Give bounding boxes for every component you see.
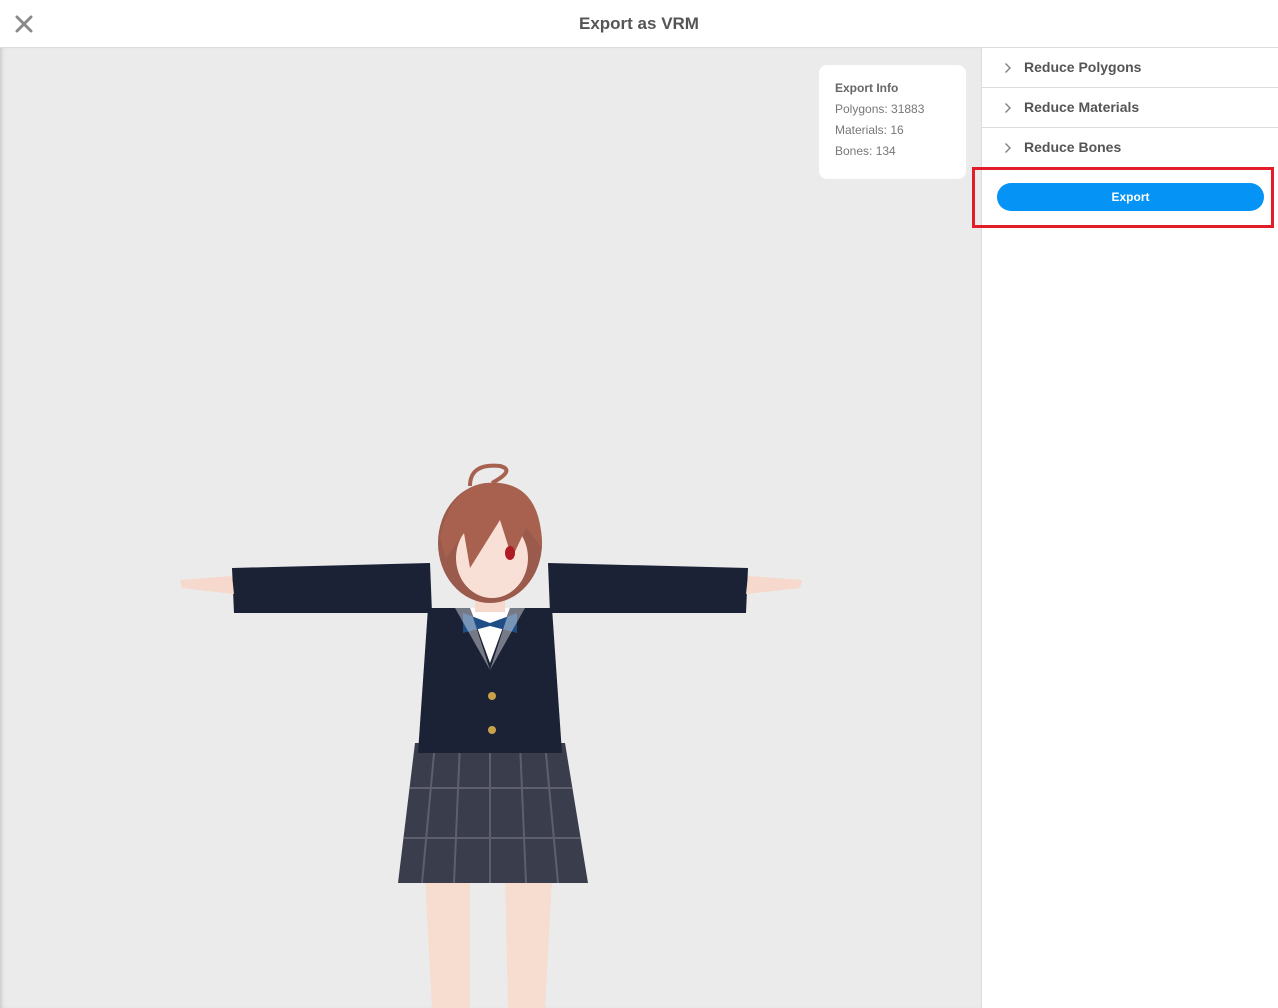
reduce-materials-label: Reduce Materials [1024, 99, 1140, 115]
model-viewport[interactable]: Export Info Polygons: 31883 Materials: 1… [0, 48, 981, 1008]
reduce-materials-section[interactable]: Reduce Materials [982, 88, 1278, 128]
export-info-title: Export Info [835, 81, 899, 95]
reduce-bones-section[interactable]: Reduce Bones [982, 128, 1278, 167]
reduce-bones-label: Reduce Bones [1024, 139, 1122, 155]
polygons-count: Polygons: 31883 [835, 102, 925, 116]
chevron-right-icon [1004, 102, 1012, 114]
export-area: Export [972, 167, 1278, 228]
export-info-card: Export Info Polygons: 31883 Materials: 1… [819, 65, 966, 179]
reduce-polygons-section[interactable]: Reduce Polygons [982, 48, 1278, 88]
materials-count: Materials: 16 [835, 123, 904, 137]
export-options-panel: Reduce Polygons Reduce Materials Reduce … [972, 48, 1278, 1008]
avatar-model [180, 463, 802, 1008]
header-bar: Export as VRM [0, 0, 1278, 48]
page-title: Export as VRM [579, 14, 699, 33]
chevron-right-icon [1004, 62, 1012, 74]
bones-count: Bones: 134 [835, 144, 896, 158]
reduce-polygons-label: Reduce Polygons [1024, 59, 1142, 75]
chevron-right-icon [1004, 142, 1012, 154]
export-button[interactable]: Export [997, 183, 1264, 211]
